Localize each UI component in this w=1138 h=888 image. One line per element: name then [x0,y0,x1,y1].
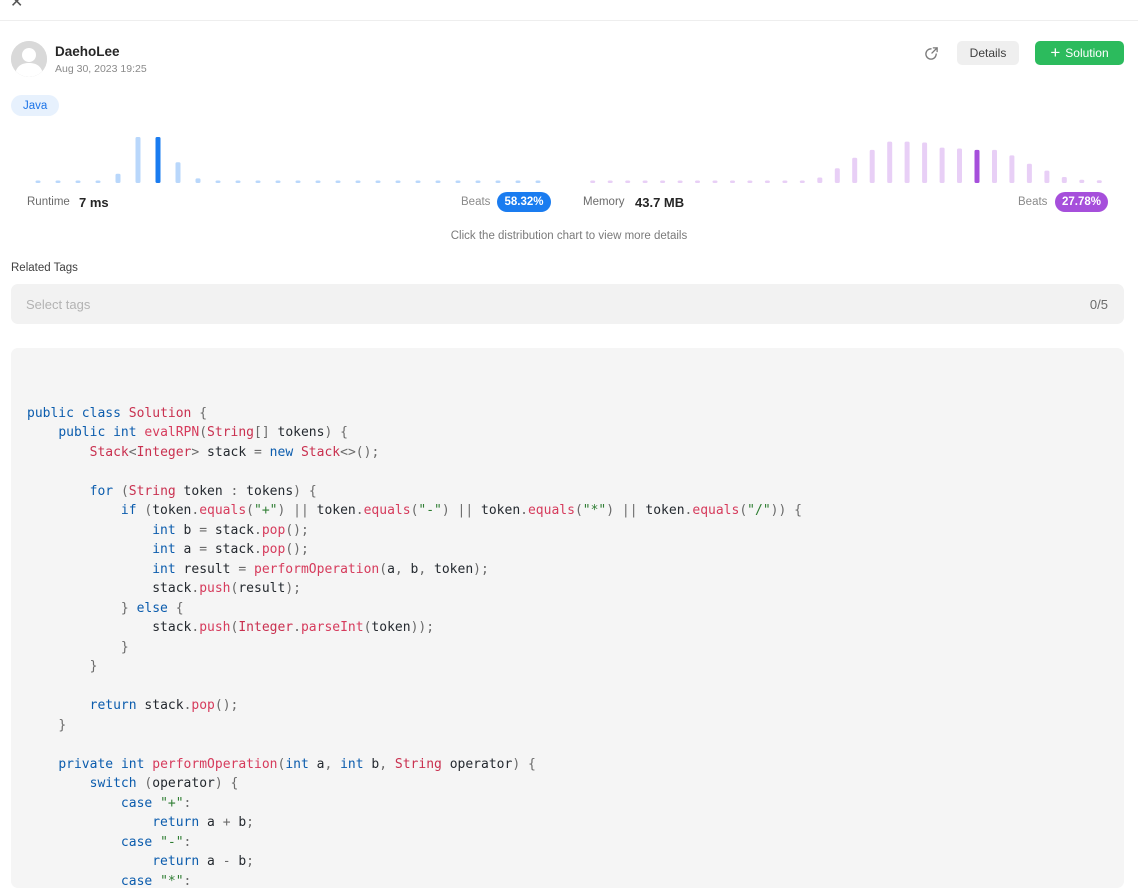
memory-distribution-bar[interactable] [607,180,613,184]
runtime-distribution-bar[interactable] [315,180,321,184]
runtime-distribution-bar[interactable] [535,180,541,184]
runtime-distribution-bar[interactable] [415,180,421,184]
runtime-distribution-bar[interactable] [95,180,101,184]
runtime-distribution-bar[interactable] [255,180,261,184]
tags-select-input[interactable]: Select tags 0/5 [11,284,1124,324]
memory-distribution-bar[interactable] [1096,180,1102,183]
close-icon[interactable]: ✕ [10,0,23,11]
memory-distribution-bar[interactable] [904,141,910,183]
memory-distribution-bar[interactable] [974,149,980,183]
runtime-value: 7 ms [79,195,109,210]
memory-distribution-bar[interactable] [939,147,945,183]
memory-distribution-bar[interactable] [590,180,596,184]
runtime-distribution-bar[interactable] [115,173,121,183]
runtime-distribution-bar[interactable] [175,162,181,183]
memory-distribution-bar[interactable] [712,180,718,184]
memory-distribution-bar[interactable] [642,180,648,184]
memory-label: Memory [583,196,625,208]
memory-distribution-bar[interactable] [1044,170,1050,183]
memory-distribution-bar[interactable] [660,180,666,184]
code-block[interactable]: public class Solution { public int evalR… [11,348,1124,888]
memory-distribution-bar[interactable] [957,148,962,184]
code-content: public class Solution { public int evalR… [27,405,802,888]
runtime-beats-label: Beats [461,196,491,208]
memory-distribution-bar[interactable] [695,180,700,184]
runtime-distribution-bar[interactable] [215,180,221,184]
runtime-distribution-bar[interactable] [335,180,341,184]
chart-hint: Click the distribution chart to view mor… [450,230,688,242]
runtime-distribution-bar[interactable] [35,180,41,184]
memory-distribution-bar[interactable] [869,149,875,183]
runtime-distribution-bar[interactable] [295,180,301,184]
runtime-distribution-bar[interactable] [75,180,81,184]
avatar[interactable] [11,41,47,77]
runtime-distribution-bar[interactable] [475,180,481,184]
user-avatar-icon [11,41,47,77]
memory-distribution-bar[interactable] [992,149,997,183]
runtime-distribution-chart[interactable] [28,132,548,186]
runtime-distribution-bar[interactable] [275,180,281,184]
plus-icon: + [1050,43,1061,62]
runtime-distribution-bar[interactable] [355,180,361,184]
memory-distribution-bar[interactable] [852,157,858,183]
related-tags-title: Related Tags [11,262,78,274]
runtime-distribution-bar[interactable] [55,180,61,184]
tags-placeholder: Select tags [26,297,91,312]
solution-button-label: Solution [1065,46,1109,60]
memory-distribution-bar[interactable] [834,168,840,183]
memory-distribution-bar[interactable] [817,177,823,184]
runtime-distribution-bar[interactable] [195,178,201,183]
runtime-distribution-bar[interactable] [135,137,141,183]
memory-beats-label: Beats [1018,196,1048,208]
tags-count: 0/5 [1089,297,1108,312]
memory-distribution-bar[interactable] [764,180,770,184]
memory-distribution-bar[interactable] [625,180,631,184]
runtime-distribution-bar[interactable] [515,180,521,184]
runtime-distribution-bar[interactable] [395,180,401,184]
memory-distribution-bar[interactable] [782,180,788,184]
runtime-distribution-bar[interactable] [235,180,241,184]
memory-distribution-bar[interactable] [1026,163,1032,183]
memory-distribution-bar[interactable] [747,180,753,184]
language-tag[interactable]: Java [11,95,60,116]
share-icon [924,46,938,60]
runtime-distribution-bar[interactable] [495,180,501,184]
runtime-distribution-bar[interactable] [455,180,461,184]
runtime-distribution-bar[interactable] [155,137,161,183]
runtime-label: Runtime [27,196,70,208]
memory-distribution-bar[interactable] [730,180,735,184]
runtime-beats-badge: 58.32% [497,192,551,212]
post-timestamp: Aug 30, 2023 19:25 [55,63,147,75]
memory-distribution-bar[interactable] [887,141,893,183]
post-solution-button[interactable]: + Solution [1035,41,1124,65]
top-bar: ✕ [0,0,1138,21]
memory-distribution-bar[interactable] [799,180,805,184]
memory-distribution-bar[interactable] [1009,155,1015,183]
memory-distribution-bar[interactable] [922,142,928,184]
details-button[interactable]: Details [957,41,1019,65]
runtime-distribution-bar[interactable] [375,180,381,184]
memory-distribution-chart[interactable] [584,132,1108,186]
memory-distribution-bar[interactable] [1079,179,1085,183]
author-name[interactable]: DaehoLee [55,44,120,59]
runtime-distribution-bar[interactable] [435,180,441,184]
memory-value: 43.7 MB [635,195,685,210]
memory-distribution-bar[interactable] [677,180,683,184]
share-button[interactable] [920,42,942,64]
memory-beats-badge: 27.78% [1055,192,1108,212]
memory-distribution-bar[interactable] [1061,177,1067,183]
